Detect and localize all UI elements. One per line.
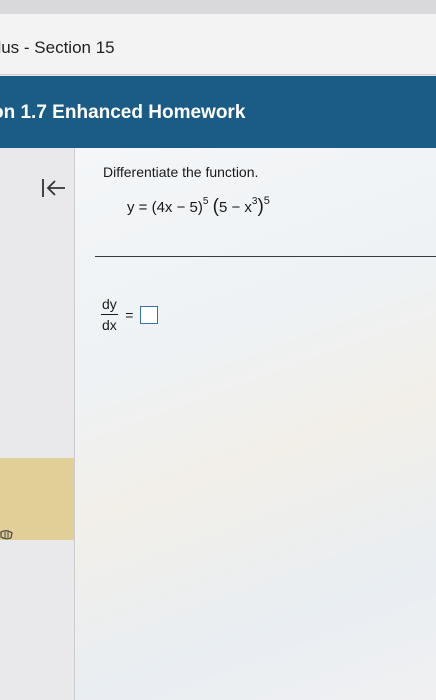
equation-close-paren: ) (257, 196, 264, 217)
homework-header: on 1.7 Enhanced Homework (0, 76, 436, 148)
equation-lhs: y = (4x − 5) (127, 199, 203, 216)
answer-input[interactable] (139, 305, 158, 324)
course-header: ulus - Section 15 (0, 14, 436, 75)
equation-exp1: 5 (202, 196, 209, 207)
equation-exp-inner: 3 (251, 196, 258, 207)
question-sidebar (0, 148, 75, 700)
answer-row: dy dx = (101, 296, 158, 333)
problem-instruction: Differentiate the function. (103, 164, 259, 180)
problem-equation: y = (4x − 5)5 (5 − x3)5 (127, 195, 270, 218)
fraction-denominator: dx (102, 317, 117, 333)
course-title: ulus - Section 15 (0, 38, 115, 57)
browser-url-strip (0, 0, 436, 14)
equation-inner: 5 − x (218, 199, 252, 216)
equation-exp2: 5 (263, 195, 270, 207)
homework-title: on 1.7 Enhanced Homework (0, 102, 246, 123)
fraction-numerator: dy (101, 296, 118, 315)
section-divider (95, 256, 436, 257)
equals-sign: = (125, 306, 134, 323)
derivative-fraction: dy dx (101, 296, 118, 333)
panel-edge-icon (0, 530, 13, 540)
question-content: Differentiate the function. y = (4x − 5)… (75, 148, 436, 700)
collapse-left-icon (42, 179, 65, 197)
collapse-sidebar-button[interactable] (40, 176, 68, 200)
